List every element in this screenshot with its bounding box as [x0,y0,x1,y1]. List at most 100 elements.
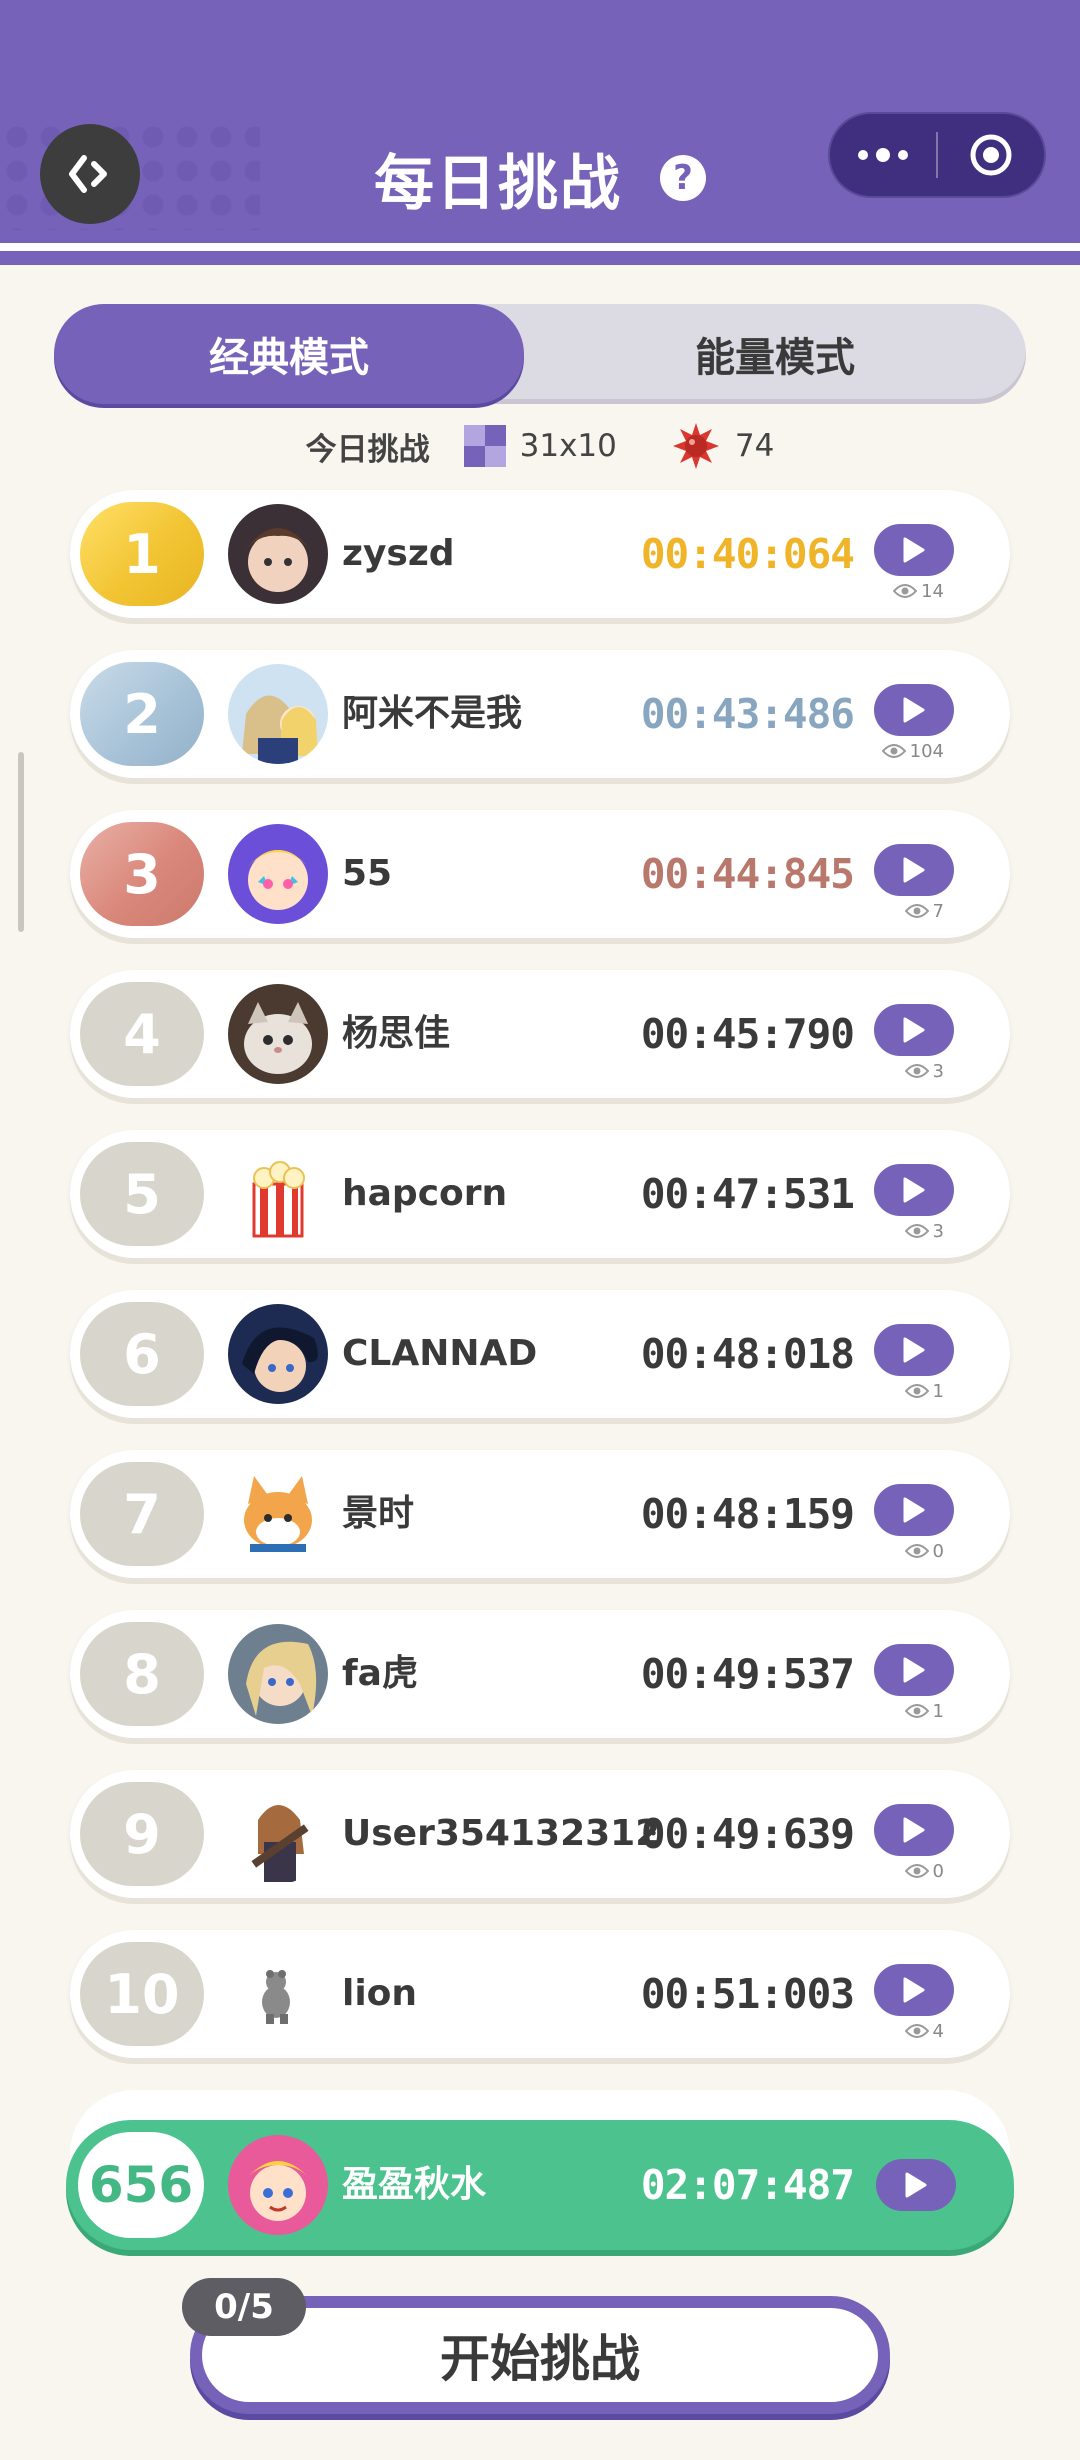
view-count: 3 [904,1218,944,1244]
list-item[interactable]: 9 User354132312 00:49:639 0 [70,1770,1010,1898]
list-item[interactable]: 7 景时 00:48:159 0 [70,1450,1010,1578]
player-time: 00:47:531 [640,1170,855,1218]
mode-tabs: 经典模式 能量模式 [54,304,1026,404]
view-count: 0 [904,1538,944,1564]
rank-badge: 6 [80,1302,204,1406]
list-item[interactable]: 3 55 00:44:845 7 [70,810,1010,938]
list-item[interactable]: 6 CLANNAD 00:48:018 1 [70,1290,1010,1418]
play-icon [903,697,925,723]
list-item[interactable]: 4 杨思佳 00:45:790 3 [70,970,1010,1098]
player-name: 景时 [342,1493,415,1534]
tab-energy-mode[interactable]: 能量模式 [524,304,1026,404]
list-item[interactable]: 10 lion 00:51:003 4 [70,1930,1010,2058]
mine-icon [672,423,719,469]
player-time: 00:44:845 [640,850,855,898]
avatar [228,1464,328,1564]
replay-button[interactable] [874,1804,954,1856]
avatar [228,664,328,764]
play-icon [903,1017,925,1043]
replay-button[interactable] [874,1484,954,1536]
view-count-value: 0 [932,1540,944,1562]
view-count: 4 [904,2018,944,2044]
daily-challenge-info: 今日挑战 31x10 74 [0,418,1080,474]
question-icon[interactable]: ? [660,155,706,201]
more-button[interactable] [830,114,936,196]
avatar [228,1624,328,1724]
target-circle-icon [970,134,1012,176]
my-player-time: 02:07:487 [640,2161,855,2209]
replay-button[interactable] [874,524,954,576]
player-name: 杨思佳 [342,1013,451,1054]
rank-badge: 10 [80,1942,204,2046]
eye-icon [904,904,929,918]
play-icon [903,1817,925,1843]
player-time: 00:49:639 [640,1810,855,1858]
board-size-icon [463,425,506,467]
avatar [228,2135,328,2235]
play-icon [903,1497,925,1523]
play-icon [903,1337,925,1363]
player-time: 00:49:537 [640,1650,855,1698]
my-rank-badge: 656 [78,2132,204,2238]
eye-icon [904,1864,929,1878]
list-item[interactable]: 1 zyszd 00:40:064 14 [70,490,1010,618]
eye-icon [881,744,906,758]
play-icon [903,857,925,883]
my-rank-row[interactable]: 656 盈盈秋水 02:07:487 [66,2120,1014,2250]
rank-badge: 4 [80,982,204,1086]
close-button[interactable] [938,114,1044,196]
more-dots-icon [858,150,868,160]
list-item[interactable]: 2 阿米不是我 00:43:486 104 [70,650,1010,778]
player-name: 阿米不是我 [342,693,523,734]
rank-badge: 2 [80,662,204,766]
daily-label: 今日挑战 [305,431,430,468]
header-divider [0,243,1080,251]
eye-icon [904,2024,929,2038]
avatar [228,1144,328,1244]
play-icon [903,1977,925,2003]
list-item[interactable]: 8 fa虎 00:49:537 1 [70,1610,1010,1738]
replay-button[interactable] [874,684,954,736]
replay-button[interactable] [874,1004,954,1056]
avatar [228,1944,328,2044]
more-dots-icon-center [876,148,890,162]
player-name: fa虎 [342,1653,418,1694]
view-count: 14 [893,578,944,604]
view-count-value: 7 [932,900,944,922]
rank-badge: 1 [80,502,204,606]
player-time: 00:48:159 [640,1490,855,1538]
eye-icon [904,1224,929,1238]
replay-button[interactable] [874,1164,954,1216]
player-name: hapcorn [342,1173,508,1214]
rank-badge: 5 [80,1142,204,1246]
player-time: 00:48:018 [640,1330,855,1378]
view-count: 1 [904,1698,944,1724]
play-icon [905,2172,927,2198]
view-count-value: 104 [909,740,944,762]
avatar [228,984,328,1084]
replay-button[interactable] [874,844,954,896]
my-replay-button[interactable] [876,2159,956,2211]
tab-classic-mode[interactable]: 经典模式 [54,304,524,404]
player-name: zyszd [342,533,455,574]
view-count: 3 [904,1058,944,1084]
player-time: 00:51:003 [640,1970,855,2018]
avatar [228,824,328,924]
player-time: 00:40:064 [640,530,855,578]
view-count: 7 [904,898,944,924]
view-count-value: 0 [932,1860,944,1882]
view-count: 1 [904,1378,944,1404]
view-count: 0 [904,1858,944,1884]
replay-button[interactable] [874,1324,954,1376]
eye-icon [893,584,918,598]
rank-badge: 8 [80,1622,204,1726]
eye-icon [904,1704,929,1718]
eye-icon [904,1064,929,1078]
list-item[interactable]: 5 hapcorn 00:47:531 3 [70,1130,1010,1258]
rank-badge: 9 [80,1782,204,1886]
view-count-value: 3 [932,1060,944,1082]
page-title: 每日挑战 [374,148,622,219]
replay-button[interactable] [874,1964,954,2016]
replay-button[interactable] [874,1644,954,1696]
player-name: lion [342,1973,418,2014]
